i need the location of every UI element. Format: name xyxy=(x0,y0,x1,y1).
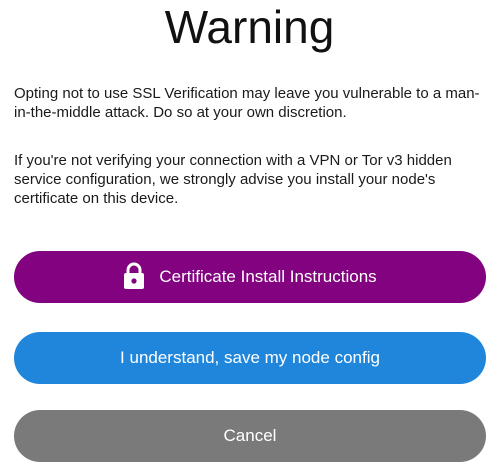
save-button-label: I understand, save my node config xyxy=(120,348,380,367)
warning-message-ssl: Opting not to use SSL Verification may l… xyxy=(14,85,480,121)
warning-message-certificate: If you're not verifying your connection … xyxy=(14,152,452,207)
certificate-install-instructions-button[interactable]: Certificate Install Instructions xyxy=(14,251,486,303)
cancel-button[interactable]: Cancel xyxy=(14,410,486,462)
warning-dialog: Warning Opting not to use SSL Verificati… xyxy=(0,0,499,474)
save-node-config-button[interactable]: I understand, save my node config xyxy=(14,332,486,384)
lock-icon xyxy=(123,262,145,290)
dialog-title: Warning xyxy=(164,1,335,53)
cancel-button-label: Cancel xyxy=(223,426,277,445)
certificate-button-label: Certificate Install Instructions xyxy=(159,267,377,286)
